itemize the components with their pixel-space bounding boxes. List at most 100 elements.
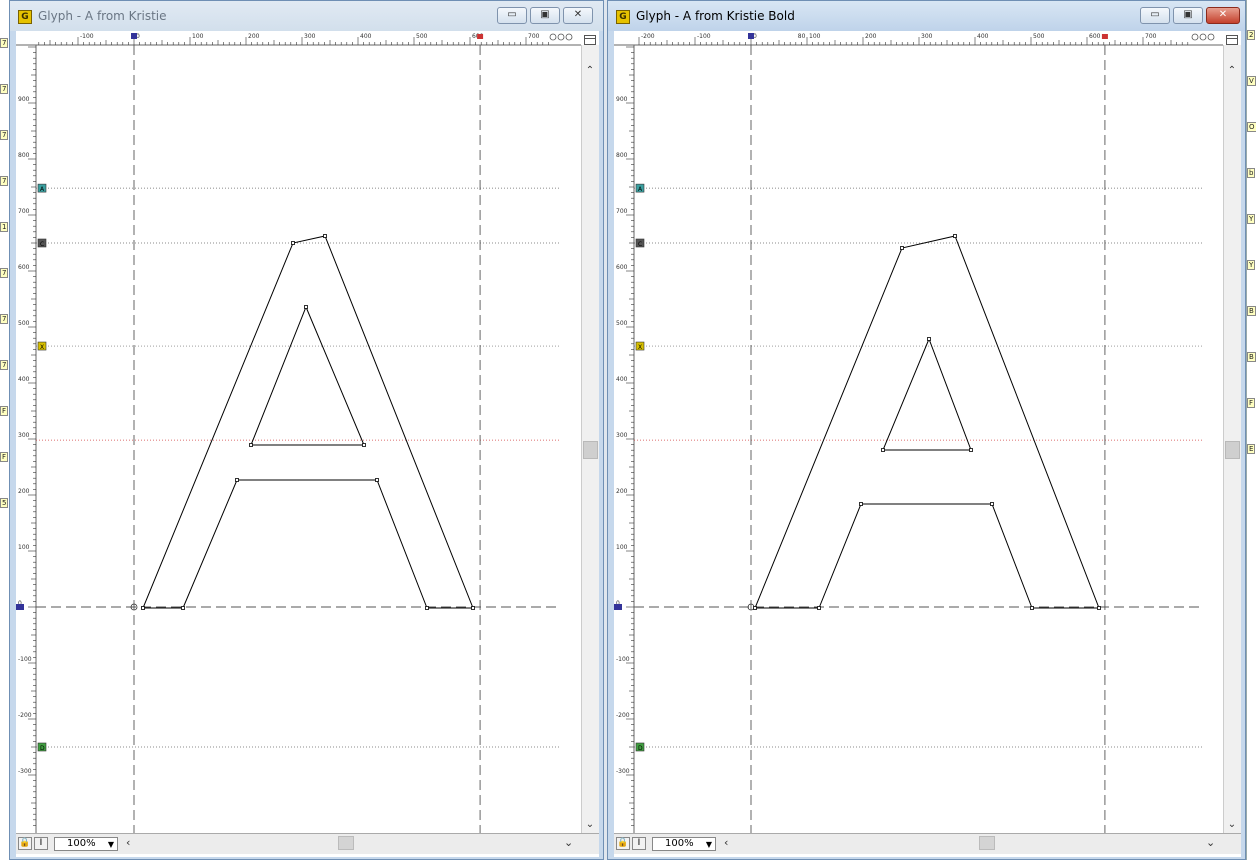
glyph-window-regular[interactable]: G Glyph - A from Kristie ▭ ▣ ✕ -100 0 100 2… <box>9 0 604 860</box>
outline-point <box>375 478 379 482</box>
title-bar[interactable]: G Glyph - A from Kristie Bold ▭ ▣ ✕ <box>608 1 1245 31</box>
outline-point <box>927 337 931 341</box>
outer-contour <box>754 235 1100 609</box>
outline-point <box>969 448 973 452</box>
outline-point <box>235 478 239 482</box>
outline-point <box>859 502 863 506</box>
minimize-button[interactable]: ▭ <box>1140 7 1170 24</box>
counter-contour <box>250 305 365 446</box>
background-glyph-label: 7 <box>0 360 9 370</box>
guide-marker-label: X <box>638 344 642 351</box>
window-title: Glyph - A from Kristie <box>38 9 167 23</box>
vertical-scroll-thumb[interactable] <box>583 441 598 459</box>
zoom-select[interactable]: 100% ▼ <box>652 837 716 851</box>
glyph-editor-canvas[interactable]: -200 -100 0 100 200 300 400 500 600 700 80 900 800 70… <box>614 31 1241 857</box>
ruler-y-label: 100 <box>18 544 30 551</box>
maximize-button[interactable]: ▣ <box>530 7 560 24</box>
outline-point <box>362 443 366 447</box>
background-window-right: 2 V Ob Y Y B B F E <box>1246 0 1256 860</box>
baseline-marker-icon <box>614 604 622 610</box>
ruler-x-label: 400 <box>977 33 989 40</box>
close-button[interactable]: ✕ <box>1206 7 1240 24</box>
scroll-up-button[interactable]: ⌃ <box>584 65 596 77</box>
window-title: Glyph - A from Kristie Bold <box>636 9 795 23</box>
minimize-button[interactable]: ▭ <box>497 7 527 24</box>
counter-contour <box>882 337 972 451</box>
vertical-scroll-thumb[interactable] <box>1225 441 1240 459</box>
ruler-x-label: 700 <box>528 33 540 40</box>
split-view-button[interactable] <box>1226 35 1238 45</box>
vertical-scrollbar[interactable]: ⌃ ⌄ <box>1223 35 1241 837</box>
background-glyph-label: Y <box>1247 260 1256 270</box>
close-button[interactable]: ✕ <box>563 7 593 24</box>
gear-icon <box>1199 33 1207 41</box>
outline-point <box>817 606 821 610</box>
ruler-y-label: 600 <box>616 264 628 271</box>
maximize-button[interactable]: ▣ <box>1173 7 1203 24</box>
ruler-x-label: -100 <box>80 33 94 40</box>
split-view-button[interactable] <box>584 35 596 45</box>
outline-point <box>900 246 904 250</box>
scroll-left-button[interactable]: ‹ <box>724 836 728 849</box>
lock-icon[interactable]: 🔒 <box>616 837 630 850</box>
help-icon <box>549 33 557 41</box>
info-button[interactable]: I <box>34 837 48 850</box>
ruler-x-label: -100 <box>697 33 711 40</box>
ruler-y-label: -200 <box>616 712 630 719</box>
scroll-left-button[interactable]: ‹ <box>126 836 130 849</box>
guide-marker-label: C <box>40 241 44 248</box>
ruler-y-label: 800 <box>18 152 30 159</box>
background-glyph-label: 7 <box>0 314 9 324</box>
vertical-scrollbar[interactable]: ⌃ ⌄ <box>581 35 599 837</box>
ruler-x-label: 500 <box>416 33 428 40</box>
horizontal-scroll-thumb[interactable] <box>338 836 354 850</box>
outline-point <box>471 606 475 610</box>
background-glyph-label: B <box>1247 352 1256 362</box>
horizontal-scroll-thumb[interactable] <box>979 836 995 850</box>
glyph-outline-view[interactable]: -200 -100 0 100 200 300 400 500 600 7008090080070… <box>614 31 1241 837</box>
outline-point <box>181 606 185 610</box>
title-bar[interactable]: G Glyph - A from Kristie ▭ ▣ ✕ <box>10 1 603 31</box>
scroll-right-button[interactable]: ⌄ <box>564 836 573 849</box>
outline-point <box>141 606 145 610</box>
ruler-y-label: 300 <box>18 432 30 439</box>
ruler-x-label: 200 <box>865 33 877 40</box>
background-glyph-label: F <box>0 406 9 416</box>
info-button[interactable]: I <box>632 837 646 850</box>
ruler-y-label: 200 <box>616 488 628 495</box>
ruler-y-label: -300 <box>18 768 32 775</box>
ruler-x-label: 300 <box>921 33 933 40</box>
app-icon: G <box>616 10 630 24</box>
outline-point <box>881 448 885 452</box>
ruler-y-label: 300 <box>616 432 628 439</box>
close-icon <box>565 33 573 41</box>
outline-point <box>1030 606 1034 610</box>
scroll-down-button[interactable]: ⌄ <box>584 819 596 831</box>
scroll-down-button[interactable]: ⌄ <box>1226 819 1238 831</box>
status-bar: 🔒 I 100% ▼ ‹ ⌄ <box>614 833 1241 854</box>
glyph-window-bold[interactable]: G Glyph - A from Kristie Bold ▭ ▣ ✕ -200… <box>607 0 1246 860</box>
glyph-editor-canvas[interactable]: -100010020030040050060070090080070060050… <box>16 31 599 857</box>
scroll-up-button[interactable]: ⌃ <box>1226 65 1238 77</box>
scroll-right-button[interactable]: ⌄ <box>1206 836 1215 849</box>
ruler-y-label: 500 <box>616 320 628 327</box>
ruler-y-label: 200 <box>18 488 30 495</box>
ruler-y-label: -100 <box>18 656 32 663</box>
background-glyph-label: 7 <box>0 268 9 278</box>
ruler-y-label: 800 <box>616 152 628 159</box>
background-glyph-label: Y <box>1247 214 1256 224</box>
zoom-select[interactable]: 100% ▼ <box>54 837 118 851</box>
lock-icon[interactable]: 🔒 <box>18 837 32 850</box>
zoom-value: 100% <box>67 838 96 849</box>
outline-point <box>1097 606 1101 610</box>
glyph-outline-view[interactable]: -100010020030040050060070090080070060050… <box>16 31 599 837</box>
guide-marker-label: D <box>40 745 45 752</box>
ruler-x-label: 600 <box>1089 33 1101 40</box>
ruler-y-label: 900 <box>18 96 30 103</box>
outline-point <box>425 606 429 610</box>
origin-marker-icon <box>131 33 137 39</box>
ruler-x-label: 700 <box>1145 33 1157 40</box>
ruler-y-label: 500 <box>18 320 30 327</box>
ruler-x-label: 300 <box>304 33 316 40</box>
ruler-y-label: 700 <box>616 208 628 215</box>
